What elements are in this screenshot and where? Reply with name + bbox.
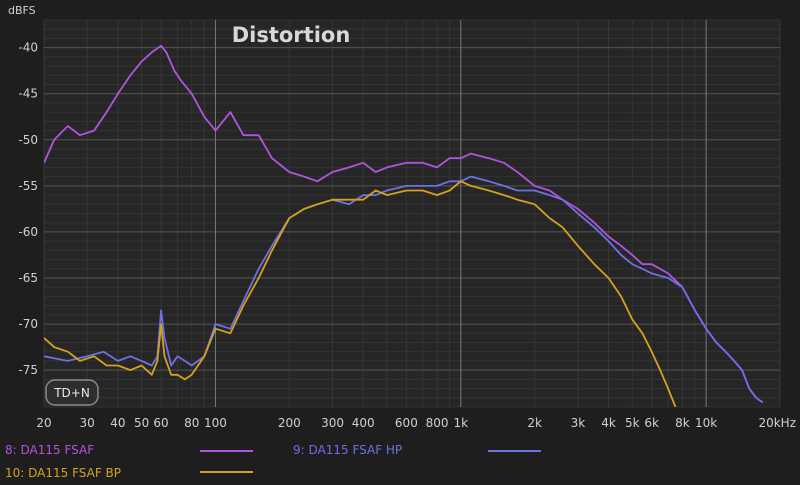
- y-tick-label: -75: [18, 363, 38, 377]
- y-tick-label: -45: [18, 87, 38, 101]
- y-tick-label: -55: [18, 179, 38, 193]
- y-tick-label: -40: [18, 41, 38, 55]
- y-tick-label: -70: [18, 317, 38, 331]
- x-tick-label: 5k: [625, 416, 640, 430]
- x-tick-label: 300: [321, 416, 344, 430]
- x-tick-label: 600: [395, 416, 418, 430]
- x-tick-label: 80: [184, 416, 199, 430]
- x-tick-label: 6k: [644, 416, 659, 430]
- x-tick-label: 30: [80, 416, 95, 430]
- x-tick-label: 1k: [454, 416, 469, 430]
- chart-title: Distortion: [232, 23, 351, 47]
- legend-item-10[interactable]: 10: DA115 FSAF BP: [5, 466, 253, 480]
- x-tick-label: 60: [153, 416, 168, 430]
- x-tick-label: 200: [278, 416, 301, 430]
- chart-svg: dBFS -40 -45 -50 -55 -60 -65 -70 -75 20 30 40 50 60…: [5, 4, 796, 480]
- y-tick-label: -50: [18, 133, 38, 147]
- x-tick-label: 100: [204, 416, 227, 430]
- x-tick-label: 8k: [675, 416, 690, 430]
- x-tick-label: 3k: [571, 416, 586, 430]
- x-tick-label: 400: [352, 416, 375, 430]
- x-tick-label: 2k: [527, 416, 542, 430]
- x-tick-label: 20kHz: [758, 416, 796, 430]
- legend-item-8[interactable]: 8: DA115 FSAF: [5, 443, 253, 457]
- x-tick-label: 20: [36, 416, 51, 430]
- x-tick-label: 4k: [601, 416, 616, 430]
- y-tick-label: -65: [18, 271, 38, 285]
- legend: 8: DA115 FSAF 9: DA115 FSAF HP 10: DA115…: [5, 443, 541, 480]
- legend-item-9[interactable]: 9: DA115 FSAF HP: [293, 443, 541, 457]
- x-tick-label: 50: [134, 416, 149, 430]
- x-tick-label: 800: [426, 416, 449, 430]
- legend-label-10: 10: DA115 FSAF BP: [5, 466, 121, 480]
- x-tick-labels: 20 30 40 50 60 80 100 200 300 400 600 800 1k 2k 3k 4k 5k…: [36, 416, 796, 430]
- x-tick-label: 10k: [695, 416, 717, 430]
- x-tick-label: 40: [110, 416, 125, 430]
- td-n-button[interactable]: TD+N: [45, 379, 99, 406]
- y-tick-label: -60: [18, 225, 38, 239]
- y-tick-labels: -40 -45 -50 -55 -60 -65 -70 -75: [18, 41, 38, 377]
- td-n-button-label: TD+N: [53, 386, 90, 400]
- y-axis-unit: dBFS: [8, 4, 36, 17]
- distortion-chart-view: dBFS -40 -45 -50 -55 -60 -65 -70 -75 20 30 40 50 60…: [0, 0, 800, 485]
- legend-label-9: 9: DA115 FSAF HP: [293, 443, 402, 457]
- legend-label-8: 8: DA115 FSAF: [5, 443, 94, 457]
